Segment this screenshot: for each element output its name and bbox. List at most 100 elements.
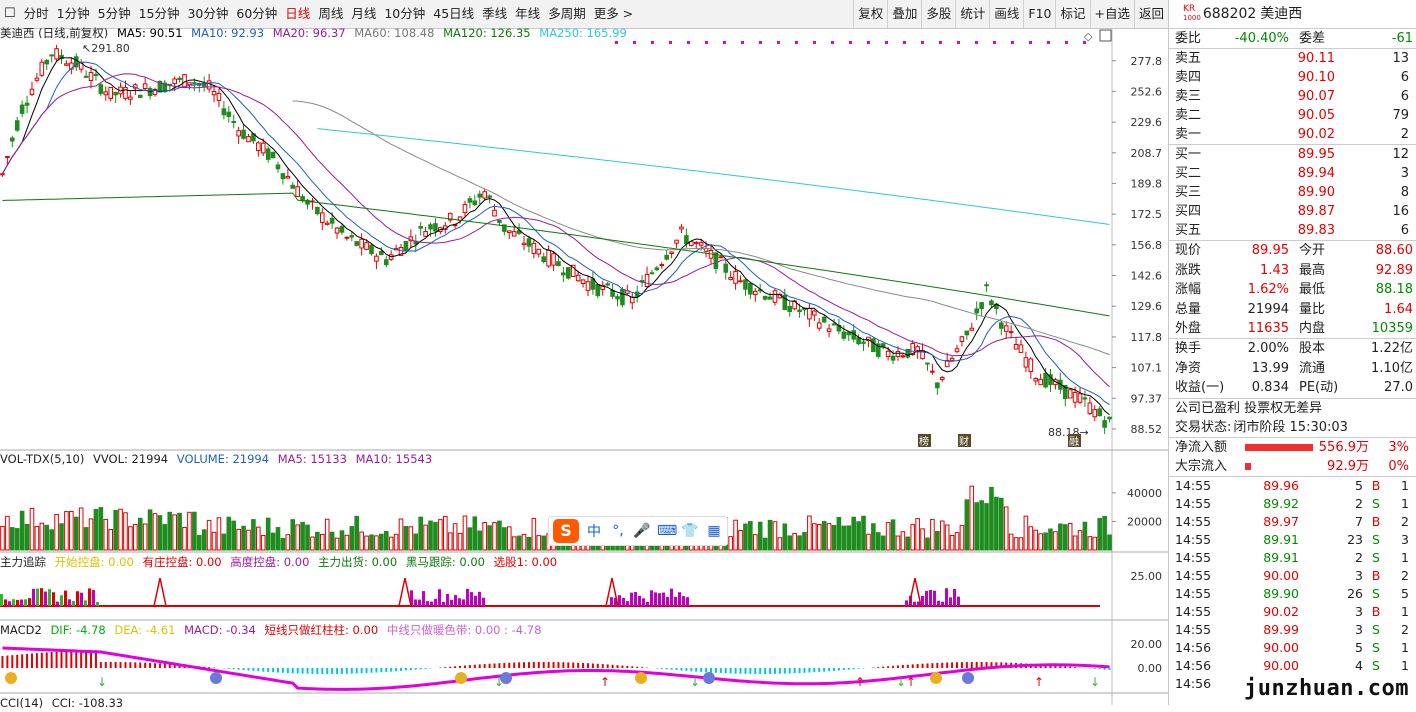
toolbar-button-8[interactable]: 返回 xyxy=(1133,0,1168,28)
candle-body xyxy=(260,142,266,154)
microphone-icon[interactable]: 🎤 xyxy=(633,523,651,539)
bid-row[interactable]: 买四 89.87 16 xyxy=(1169,202,1416,221)
candle-body xyxy=(275,164,281,170)
ask-row[interactable]: 卖四 90.10 6 xyxy=(1169,68,1416,87)
candle-body xyxy=(772,290,778,303)
volume-bar xyxy=(511,536,517,551)
volume-bar xyxy=(14,528,20,551)
tick-row[interactable]: 14:55 90.02 3 B 1 xyxy=(1169,603,1416,621)
tick-row[interactable]: 14:56 90.00 5 S 1 xyxy=(1169,639,1416,657)
toolbar-button-2[interactable]: 多股 xyxy=(921,0,955,28)
candle-body xyxy=(979,302,984,310)
tick-row[interactable]: 14:55 90.00 3 B 2 xyxy=(1169,567,1416,585)
candle-body xyxy=(187,82,192,86)
volume-bar xyxy=(472,516,478,551)
bid-row[interactable]: 买二 89.94 3 xyxy=(1169,164,1416,183)
tick-volume: 26 xyxy=(1347,585,1363,601)
toolbar-button-7[interactable]: +自选 xyxy=(1089,0,1134,28)
volume-bar xyxy=(787,535,793,551)
volume-bar xyxy=(792,533,797,551)
tick-row[interactable]: 14:55 89.90 26 S 5 xyxy=(1169,585,1416,603)
chart-canvas[interactable]: 277.8 252.6 229.6 208.7 189.8 172.5 156.8 142.6… xyxy=(0,28,1168,705)
volume-bar xyxy=(743,523,748,551)
candle-body xyxy=(374,255,379,262)
zl-b: 有庄控盘: 0.00 xyxy=(142,555,222,569)
volume-bar xyxy=(875,532,881,551)
candle-body xyxy=(221,108,227,116)
candle-body xyxy=(649,272,655,275)
bid-row[interactable]: 买三 89.90 8 xyxy=(1169,183,1416,202)
toolbar-button-6[interactable]: 标记 xyxy=(1055,0,1089,28)
zl-bar xyxy=(474,595,477,606)
toolbar-button-4[interactable]: 画线 xyxy=(989,0,1023,28)
stat-cell: 涨幅 1.62% xyxy=(1169,280,1293,299)
candle-body xyxy=(359,238,364,249)
ask-row[interactable]: 卖二 90.05 79 xyxy=(1169,106,1416,125)
toolbar-button-3[interactable]: 统计 xyxy=(955,0,989,28)
tick-row[interactable]: 14:55 89.92 2 S 1 xyxy=(1169,495,1416,513)
candle-body xyxy=(585,281,591,291)
candle-body xyxy=(998,322,1004,329)
candle-body xyxy=(939,376,945,380)
bid-row[interactable]: 买一 89.95 12 xyxy=(1169,145,1416,164)
volume-bar xyxy=(954,532,960,551)
zl-bar xyxy=(84,600,87,606)
macd-indicator-name[interactable]: MACD2 xyxy=(0,623,42,637)
zl-bar xyxy=(20,599,23,606)
zl-bar xyxy=(48,589,51,606)
candle-body xyxy=(1107,416,1112,420)
tick-row[interactable]: 14:56 90.00 4 S 1 xyxy=(1169,657,1416,675)
zl-bar xyxy=(945,588,948,606)
candle-body xyxy=(718,256,724,259)
volume-bar xyxy=(930,519,935,551)
punctuation-icon[interactable]: °, xyxy=(609,523,627,539)
toolbar-button-1[interactable]: 叠加 xyxy=(887,0,921,28)
tick-row[interactable]: 14:55 89.91 2 S 1 xyxy=(1169,549,1416,567)
tick-row[interactable]: 14:55 89.96 5 B 1 xyxy=(1169,477,1416,495)
volume-bar xyxy=(201,529,207,551)
sogou-logo-icon[interactable]: S xyxy=(553,519,579,543)
candle-body xyxy=(383,259,389,266)
candle-body xyxy=(885,350,891,358)
ask-row[interactable]: 卖五 90.11 13 xyxy=(1169,49,1416,68)
trade-status-value: 闭市阶段 15:30:03 xyxy=(1233,419,1348,435)
bid-price: 89.83 xyxy=(1297,223,1335,239)
ask-row[interactable]: 卖三 90.07 6 xyxy=(1169,87,1416,106)
volume-bar xyxy=(831,524,837,551)
candle-body xyxy=(418,226,423,229)
keyboard-icon[interactable]: ⌨ xyxy=(657,523,677,539)
volume-bar xyxy=(998,497,1004,551)
tick-row[interactable]: 14:55 89.97 7 B 2 xyxy=(1169,513,1416,531)
ime-toolbar[interactable]: S 中 °, 🎤 ⌨ 👕 ▦ xyxy=(548,516,728,546)
macd-arrow-icon: ↓ xyxy=(97,675,107,689)
volume-bar xyxy=(369,534,374,551)
tick-count: 1 xyxy=(1401,603,1409,619)
candle-body xyxy=(206,80,212,90)
toolbar-button-0[interactable]: 复权 xyxy=(853,0,887,28)
tick-row[interactable]: 14:55 89.91 23 S 3 xyxy=(1169,531,1416,549)
volume-bar xyxy=(1048,528,1053,551)
vol-indicator-name[interactable]: VOL-TDX(5,10) xyxy=(0,452,84,466)
apps-grid-icon[interactable]: ▦ xyxy=(705,523,723,539)
candle-body xyxy=(428,224,433,230)
cci-indicator-name[interactable]: CCI(14) xyxy=(0,696,43,710)
tick-row[interactable]: 14:55 89.99 3 S 2 xyxy=(1169,621,1416,639)
volume-bar xyxy=(379,533,384,551)
tick-list[interactable]: 14:55 89.96 5 B 1 14:55 89.92 2 S 1 14:55 89.97 7 B 2 1… xyxy=(1169,477,1416,693)
vvol-value: VVOL: 21994 xyxy=(93,452,169,466)
candle-body xyxy=(644,273,650,288)
toolbar-button-5[interactable]: F10 xyxy=(1023,0,1055,28)
candle-body xyxy=(98,84,104,94)
zl-bar xyxy=(674,596,677,606)
skin-icon[interactable]: 👕 xyxy=(681,523,699,539)
bid-row[interactable]: 买五 89.83 6 xyxy=(1169,221,1416,240)
chinese-mode-icon[interactable]: 中 xyxy=(585,521,603,541)
stat-row: 外盘 11635 内盘 10359 xyxy=(1169,319,1416,338)
volume-bar xyxy=(497,520,502,551)
ask-row[interactable]: 卖一 90.02 2 xyxy=(1169,125,1416,144)
zl-indicator-name[interactable]: 主力追踪 xyxy=(0,555,46,569)
tick-side: S xyxy=(1372,549,1380,565)
flow-bar-cell xyxy=(1245,438,1317,457)
stat2-cell: 股本 1.22亿 xyxy=(1293,339,1416,358)
signal-dot xyxy=(723,41,726,44)
